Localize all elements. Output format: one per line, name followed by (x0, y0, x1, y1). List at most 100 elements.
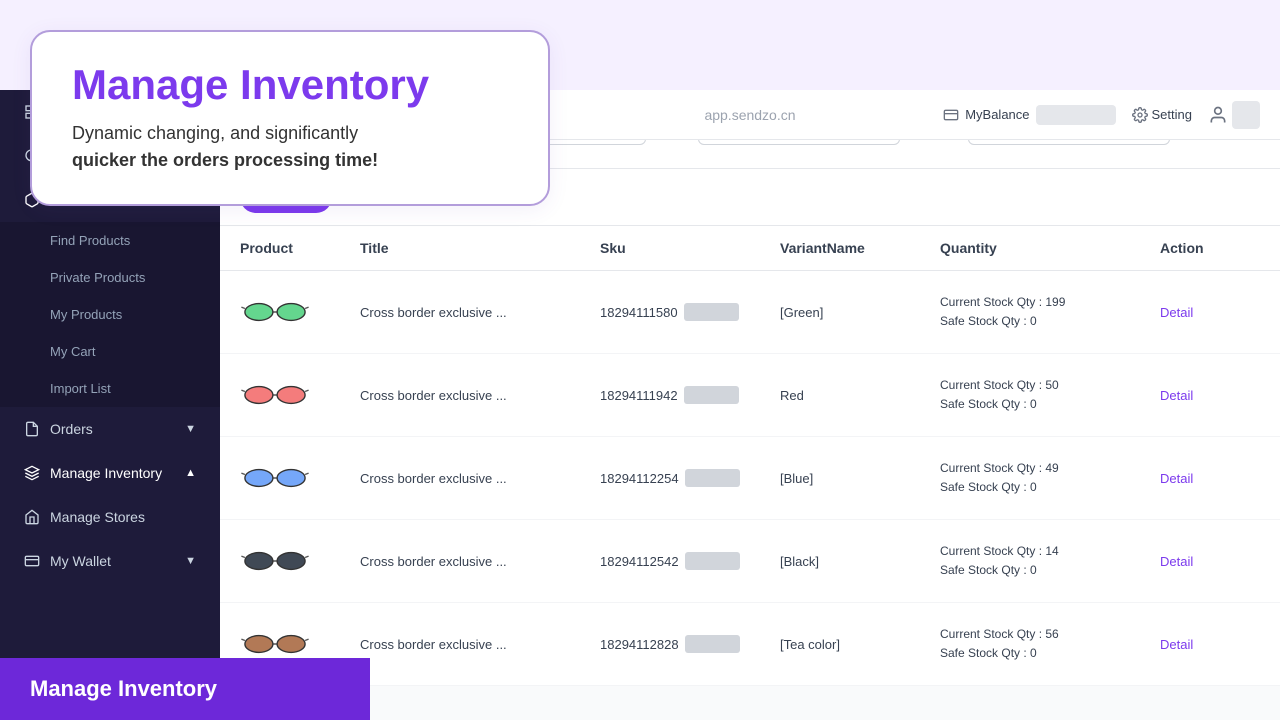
sidebar-item-manage-stores[interactable]: Manage Stores (0, 495, 220, 539)
store-icon (24, 509, 40, 525)
col-action: Action (1160, 240, 1260, 256)
safe-stock-4: Safe Stock Qty : 0 (940, 561, 1160, 580)
product-image-4 (240, 536, 310, 586)
current-stock-4: Current Stock Qty : 14 (940, 542, 1160, 561)
sidebar-item-my-products[interactable]: My Products (0, 296, 220, 333)
detail-link-4[interactable]: Detail (1160, 554, 1260, 569)
table-row: Cross border exclusive ... 18294111942 R… (220, 354, 1280, 437)
manage-bar-label: Manage Inventory (30, 676, 217, 701)
wallet-icon (24, 553, 40, 569)
qty-cell-4: Current Stock Qty : 14 Safe Stock Qty : … (940, 542, 1160, 580)
sidebar-item-find-products[interactable]: Find Products (0, 222, 220, 259)
variant-3: [Blue] (780, 471, 940, 486)
balance-value (1036, 105, 1116, 125)
sidebar-item-my-wallet[interactable]: My Wallet ▼ (0, 539, 220, 583)
sku-blur-3 (685, 469, 740, 487)
variant-2: Red (780, 388, 940, 403)
col-quantity: Quantity (940, 240, 1160, 256)
user-avatar (1232, 101, 1260, 129)
sidebar-label-orders: Orders (50, 421, 93, 437)
qty-cell-2: Current Stock Qty : 50 Safe Stock Qty : … (940, 376, 1160, 414)
product-image-3 (240, 453, 310, 503)
variant-4: [Black] (780, 554, 940, 569)
sidebar-item-import-list[interactable]: Import List (0, 370, 220, 407)
sku-blur-5 (685, 635, 740, 653)
wallet-chevron-icon: ▼ (185, 555, 196, 567)
product-title-3: Cross border exclusive ... (360, 471, 600, 486)
balance-icon (943, 107, 959, 123)
safe-stock-5: Safe Stock Qty : 0 (940, 644, 1160, 663)
sku-blur-4 (685, 552, 740, 570)
col-product: Product (240, 240, 360, 256)
sidebar-item-private-products[interactable]: Private Products (0, 259, 220, 296)
qty-cell-5: Current Stock Qty : 56 Safe Stock Qty : … (940, 625, 1160, 663)
settings-icon (1132, 107, 1148, 123)
glasses-black-img (240, 539, 310, 583)
sidebar-item-manage-inventory[interactable]: Manage Inventory ▲ (0, 451, 220, 495)
current-stock-2: Current Stock Qty : 50 (940, 376, 1160, 395)
sku-prefix-1: 18294111580 (600, 305, 678, 320)
sku-prefix-5: 18294112828 (600, 637, 679, 652)
sku-prefix-4: 18294112542 (600, 554, 679, 569)
sidebar-label-my-wallet: My Wallet (50, 553, 111, 569)
col-title: Title (360, 240, 600, 256)
sku-prefix-2: 18294111942 (600, 388, 678, 403)
glasses-blue-img (240, 456, 310, 500)
top-bar-actions: MyBalance Setting (943, 101, 1260, 129)
detail-link-1[interactable]: Detail (1160, 305, 1260, 320)
user-icon (1208, 105, 1228, 125)
promo-subtitle: Dynamic changing, and significantly quic… (72, 120, 508, 174)
inventory-chevron-icon: ▲ (185, 467, 196, 479)
promo-title: Manage Inventory (72, 62, 508, 108)
product-title-2: Cross border exclusive ... (360, 388, 600, 403)
sidebar-label-manage-inventory: Manage Inventory (50, 465, 162, 481)
variant-5: [Tea color] (780, 637, 940, 652)
col-variant: VariantName (780, 240, 940, 256)
balance-label: MyBalance (965, 107, 1029, 122)
file-icon (24, 421, 40, 437)
qty-cell-1: Current Stock Qty : 199 Safe Stock Qty :… (940, 293, 1160, 331)
sidebar-label-manage-stores: Manage Stores (50, 509, 145, 525)
product-title-1: Cross border exclusive ... (360, 305, 600, 320)
sku-prefix-3: 18294112254 (600, 471, 679, 486)
sku-blur-1 (684, 303, 739, 321)
product-image-1 (240, 287, 310, 337)
setting-label: Setting (1152, 107, 1192, 122)
product-title-4: Cross border exclusive ... (360, 554, 600, 569)
detail-link-2[interactable]: Detail (1160, 388, 1260, 403)
sidebar-item-orders[interactable]: Orders ▼ (0, 407, 220, 451)
domain-label: app.sendzo.cn (704, 107, 795, 123)
sku-cell-4: 18294112542 (600, 552, 780, 570)
orders-chevron-icon: ▼ (185, 423, 196, 435)
table-row: Cross border exclusive ... 18294111580 [… (220, 271, 1280, 354)
my-balance-section: MyBalance (943, 105, 1115, 125)
sku-cell-1: 18294111580 (600, 303, 780, 321)
detail-link-5[interactable]: Detail (1160, 637, 1260, 652)
table-header: Product Title Sku VariantName Quantity A… (220, 226, 1280, 271)
safe-stock-3: Safe Stock Qty : 0 (940, 478, 1160, 497)
promo-card: Manage Inventory Dynamic changing, and s… (30, 30, 550, 206)
table-row: Cross border exclusive ... 18294112542 [… (220, 520, 1280, 603)
sku-blur-2 (684, 386, 739, 404)
sidebar-item-my-cart[interactable]: My Cart (0, 333, 220, 370)
sku-cell-3: 18294112254 (600, 469, 780, 487)
current-stock-3: Current Stock Qty : 49 (940, 459, 1160, 478)
sku-cell-5: 18294112828 (600, 635, 780, 653)
layers-icon (24, 465, 40, 481)
glasses-red-img (240, 373, 310, 417)
safe-stock-1: Safe Stock Qty : 0 (940, 312, 1160, 331)
product-submenu: Find Products Private Products My Produc… (0, 222, 220, 407)
product-table: Product Title Sku VariantName Quantity A… (220, 226, 1280, 686)
product-image-2 (240, 370, 310, 420)
col-sku: Sku (600, 240, 780, 256)
table-row: Cross border exclusive ... 18294112828 [… (220, 603, 1280, 686)
variant-1: [Green] (780, 305, 940, 320)
setting-button[interactable]: Setting (1132, 107, 1192, 123)
manage-inventory-bar: Manage Inventory (0, 658, 370, 720)
safe-stock-2: Safe Stock Qty : 0 (940, 395, 1160, 414)
sku-cell-2: 18294111942 (600, 386, 780, 404)
detail-link-3[interactable]: Detail (1160, 471, 1260, 486)
glasses-green-img (240, 290, 310, 334)
product-title-5: Cross border exclusive ... (360, 637, 600, 652)
user-icon-area[interactable] (1208, 101, 1260, 129)
